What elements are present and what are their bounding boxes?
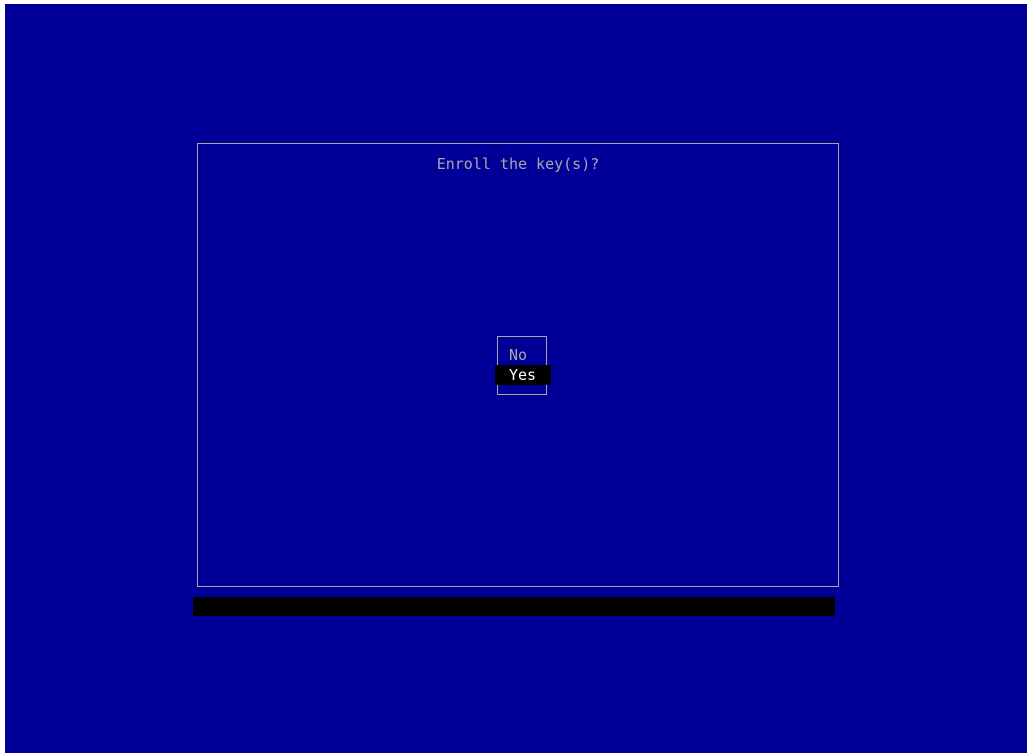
- dialog-title: Enroll the key(s)?: [436, 155, 600, 173]
- menu-option-yes[interactable]: Yes: [495, 365, 551, 385]
- menu-option-no[interactable]: No: [495, 345, 551, 365]
- confirm-menu: No Yes: [495, 336, 551, 395]
- status-bar: [193, 597, 835, 616]
